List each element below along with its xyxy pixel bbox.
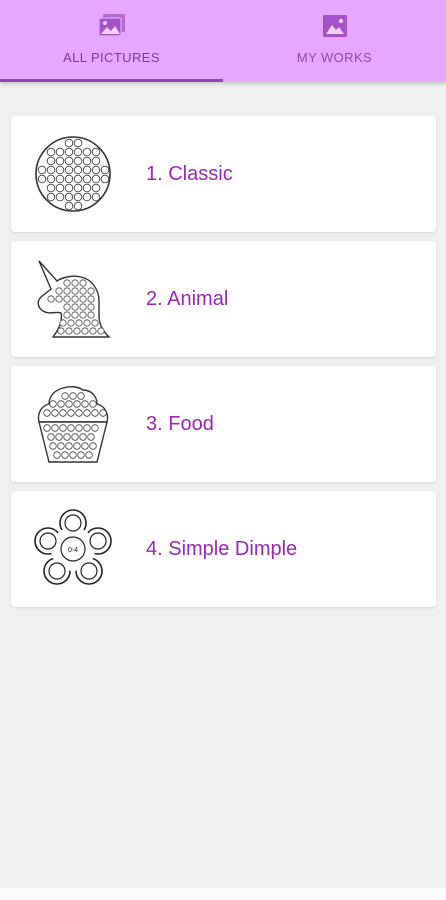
item-title: 3. Food <box>146 413 214 435</box>
pictures-list: 1. Classic 2. Animal 3. Food 0-4 4. Simp… <box>11 116 436 616</box>
item-title: 4. Simple Dimple <box>146 538 298 560</box>
tab-label: ALL PICTURES <box>63 50 160 65</box>
list-item-simple-dimple[interactable]: 0-4 4. Simple Dimple <box>11 491 436 607</box>
gallery-icon <box>322 15 347 37</box>
unicorn-pop-it-icon <box>37 260 111 338</box>
svg-text:0-4: 0-4 <box>68 547 78 554</box>
active-tab-indicator <box>0 79 223 82</box>
system-nav-bar <box>0 888 446 900</box>
list-item-food[interactable]: 3. Food <box>11 366 436 482</box>
list-item-classic[interactable]: 1. Classic <box>11 116 436 232</box>
tab-label: MY WORKS <box>296 50 373 65</box>
flower-simple-dimple-icon: 0-4 <box>34 509 112 585</box>
cupcake-pop-it-icon <box>37 385 109 463</box>
item-title: 2. Animal <box>146 288 229 310</box>
tab-bar: ALL PICTURES MY WORKS <box>0 0 446 82</box>
tab-all-pictures[interactable]: ALL PICTURES <box>0 0 223 82</box>
gallery-icon <box>97 14 125 37</box>
item-title: 1. Classic <box>146 163 233 185</box>
round-pop-it-icon <box>35 136 111 212</box>
tab-my-works[interactable]: MY WORKS <box>223 0 446 82</box>
list-item-animal[interactable]: 2. Animal <box>11 241 436 357</box>
